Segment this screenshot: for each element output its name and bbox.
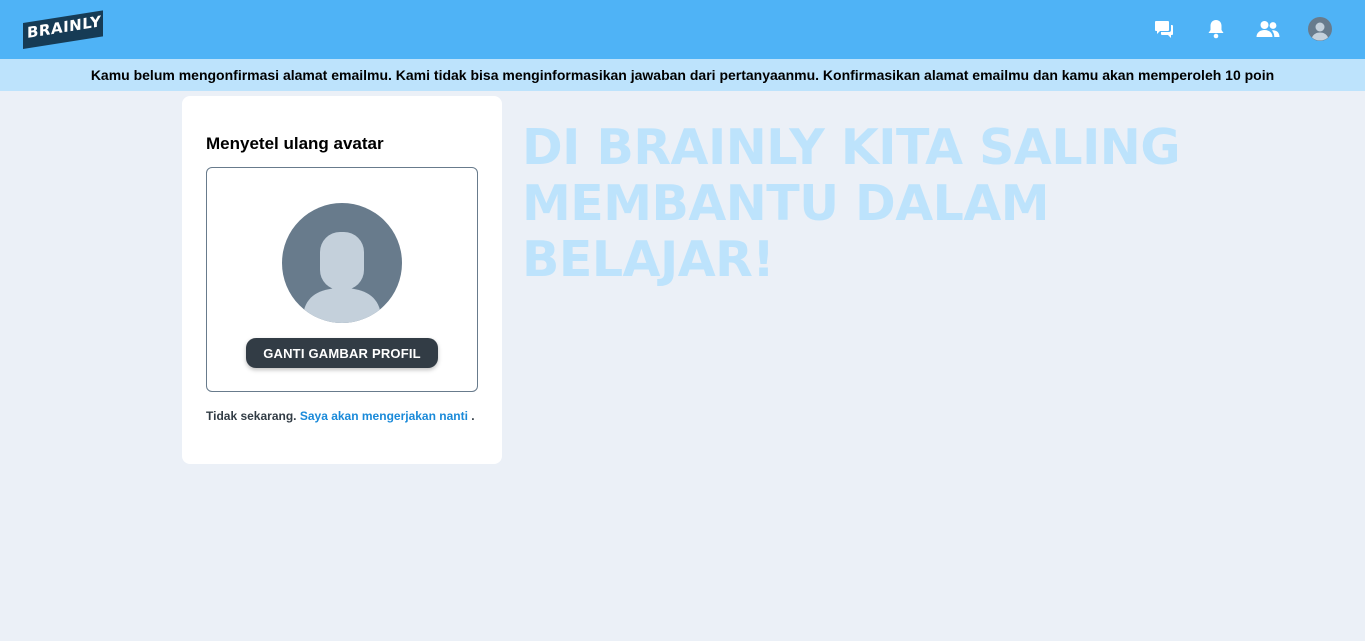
banner-text: Kamu belum mengonfirmasi alamat emailmu.… [90, 67, 1275, 83]
headline-line-1: DI BRAINLY KITA SALING [522, 119, 1181, 176]
reset-avatar-card: Menyetel ulang avatar GANTI GAMBAR PROFI… [182, 96, 502, 464]
do-it-later-link[interactable]: Saya akan mengerjakan nanti [300, 409, 468, 423]
headline-line-2: MEMBANTU DALAM [522, 175, 1050, 232]
brainly-logo[interactable]: BRAINLY [23, 10, 105, 49]
card-title: Menyetel ulang avatar [206, 134, 384, 153]
profile-avatar-icon[interactable] [1305, 14, 1335, 44]
skip-text: Tidak sekarang. Saya akan mengerjakan na… [206, 409, 475, 423]
default-avatar-icon [282, 203, 402, 323]
notifications-icon[interactable] [1201, 14, 1231, 44]
headline-line-3: BELAJAR! [522, 231, 775, 288]
skip-prefix: Tidak sekarang. [206, 409, 297, 423]
messages-icon[interactable] [1149, 14, 1179, 44]
nav-icons [1127, 14, 1335, 44]
email-confirmation-banner: Kamu belum mengonfirmasi alamat emailmu.… [0, 59, 1365, 91]
avatar-box: GANTI GAMBAR PROFIL [206, 167, 478, 392]
change-profile-picture-button[interactable]: GANTI GAMBAR PROFIL [246, 338, 438, 368]
promo-headline: DI BRAINLY KITA SALING MEMBANTU DALAM BE… [522, 120, 1222, 288]
top-navbar: BRAINLY [0, 0, 1365, 59]
friends-icon[interactable] [1253, 14, 1283, 44]
skip-suffix: . [471, 409, 475, 423]
